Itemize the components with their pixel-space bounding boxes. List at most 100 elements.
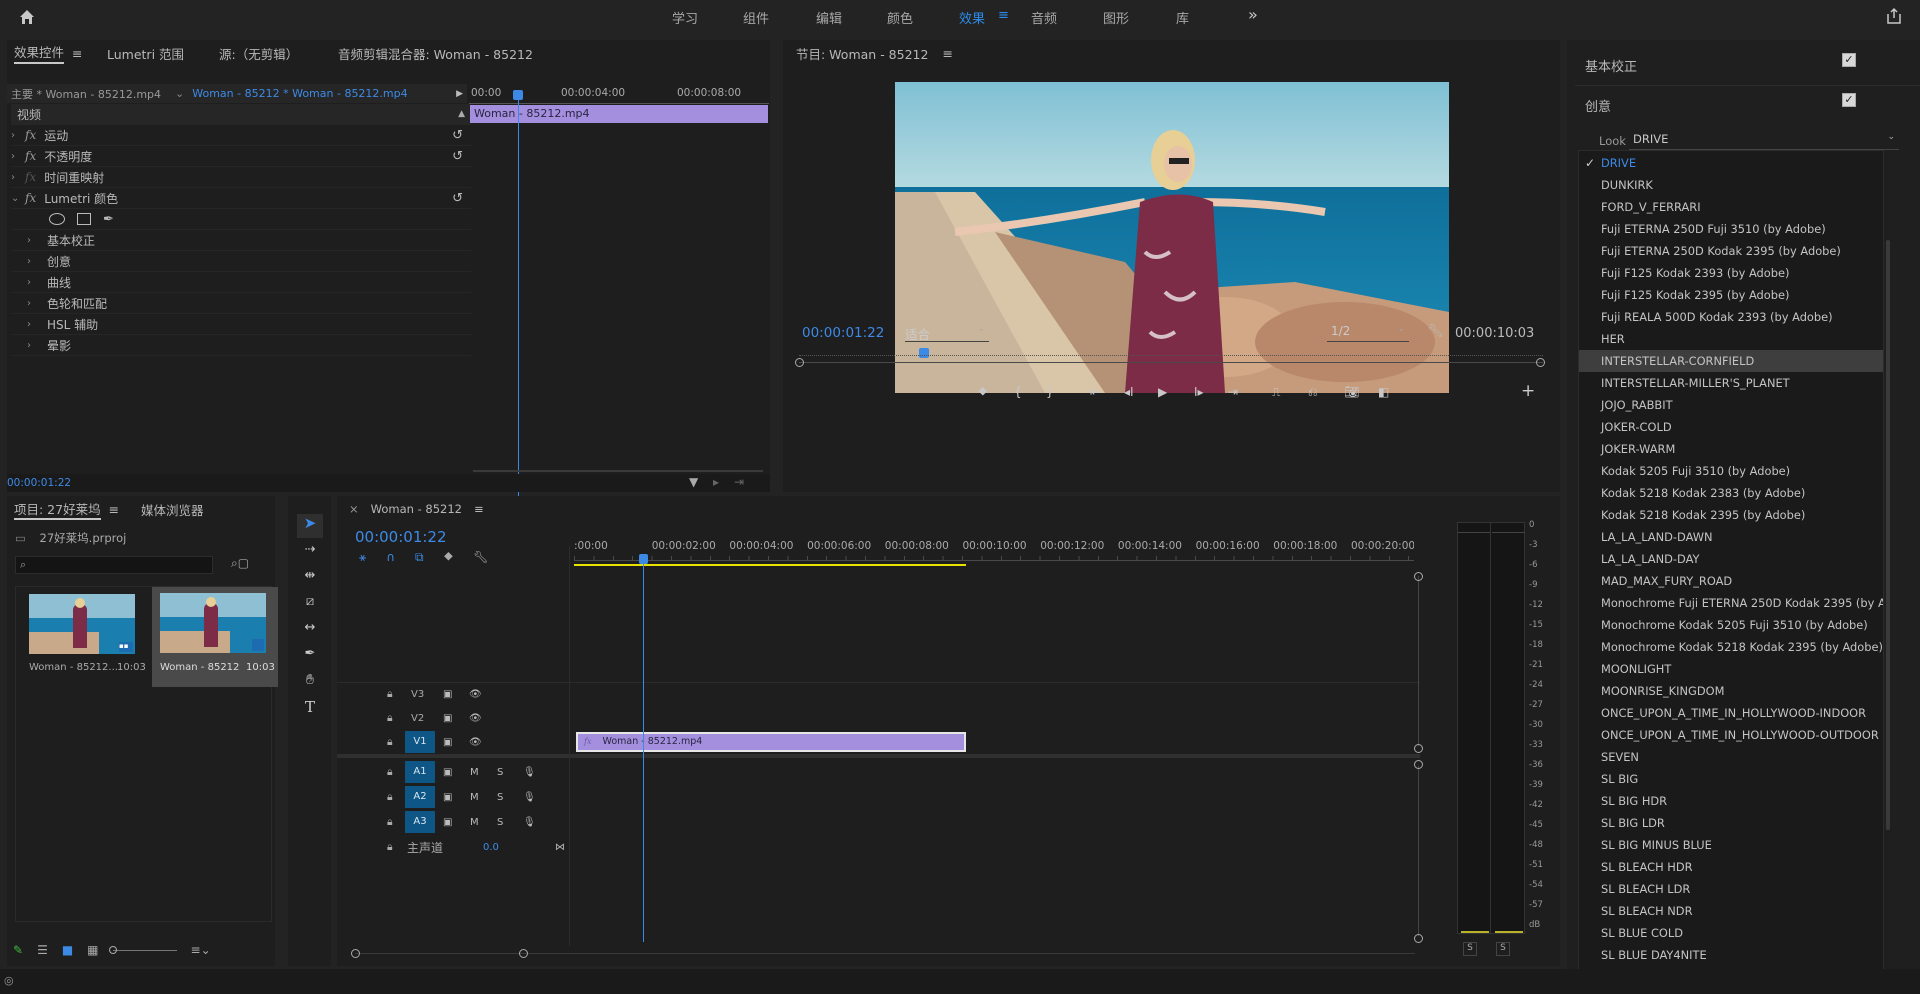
type-tool-icon[interactable]: T — [297, 698, 323, 720]
look-option[interactable]: DUNKIRK — [1579, 174, 1883, 196]
step-forward-icon[interactable]: I▸ — [1194, 385, 1228, 403]
track-header-v1[interactable]: 🔒︎ V1 ▣ 👁︎ — [337, 730, 574, 754]
panel-scrollbar[interactable] — [1886, 240, 1890, 830]
panel-menu-icon[interactable]: ≡ — [942, 46, 952, 61]
zoom-handle-left[interactable] — [351, 949, 360, 958]
go-to-end-icon[interactable]: ⋈ — [555, 842, 565, 853]
look-option[interactable]: MOONLIGHT — [1579, 658, 1883, 680]
solo-left-button[interactable]: S — [1463, 942, 1477, 956]
look-option[interactable]: Kodak 5205 Fuji 3510 (by Adobe) — [1579, 460, 1883, 482]
lock-icon[interactable]: 🔒︎ — [387, 791, 393, 804]
look-option[interactable]: Monochrome Kodak 5218 Kodak 2395 (by Ado… — [1579, 636, 1883, 658]
selection-tool-icon[interactable]: ➤ — [297, 514, 323, 538]
ec-playhead-handle[interactable] — [513, 90, 523, 100]
ec-clip-bar[interactable]: Woman - 85212.mp4 — [470, 105, 768, 123]
workspace-learn[interactable]: 学习 — [672, 8, 698, 27]
fx-icon[interactable]: fx — [25, 128, 36, 142]
solo-button[interactable]: S — [497, 817, 503, 828]
look-option[interactable]: Kodak 5218 Kodak 2383 (by Adobe) — [1579, 482, 1883, 504]
settings-wrench-icon[interactable]: 🔧︎ — [473, 550, 488, 565]
add-marker-icon[interactable]: ⯁ — [444, 550, 454, 565]
look-option[interactable]: INTERSTELLAR-MILLER'S_PLANET — [1579, 372, 1883, 394]
track-target-badge[interactable]: A3 — [405, 811, 435, 833]
lumetri-child-row[interactable]: › 基本校正 — [11, 230, 471, 251]
scroll-handle[interactable] — [1414, 744, 1423, 753]
slip-tool-icon[interactable]: ↔ — [297, 620, 323, 642]
tab-media-browser[interactable]: 媒体浏览器 — [141, 496, 204, 522]
work-area-bar[interactable] — [574, 564, 966, 566]
tab-sequence[interactable]: × Woman - 85212 ≡ — [349, 496, 484, 522]
fx-icon[interactable]: fx — [25, 191, 36, 205]
track-target-badge[interactable]: A2 — [405, 786, 435, 808]
zoom-handle-right[interactable] — [519, 949, 528, 958]
pen-tool-icon[interactable]: ✒ — [297, 646, 323, 668]
ec-zoom-scroll[interactable] — [473, 470, 763, 472]
effect-row-opacity[interactable]: › fx 不透明度 ↺ — [11, 146, 471, 167]
mark-out-icon[interactable]: } — [1046, 385, 1090, 403]
zoom-slider[interactable] — [108, 945, 177, 954]
chevron-down-icon[interactable]: ⌄ — [175, 87, 184, 100]
scrubber-end-handle[interactable] — [1536, 358, 1545, 367]
tab-effect-controls[interactable]: 效果控件 ≡ — [14, 40, 83, 66]
sync-lock-icon[interactable]: ▣ — [443, 737, 452, 748]
lift-icon[interactable]: ⎍ — [1272, 385, 1308, 403]
hand-tool-icon[interactable]: ✋︎ — [297, 672, 323, 694]
microphone-icon[interactable]: 🎙︎ — [523, 792, 536, 803]
solo-right-button[interactable]: S — [1496, 942, 1510, 956]
reset-icon[interactable]: ↺ — [452, 191, 463, 206]
play-only-audio-icon[interactable]: ▶ — [456, 89, 463, 99]
new-bin-icon[interactable]: ⌕▢ — [231, 556, 249, 571]
fit-dropdown[interactable]: 适合 ⌄ — [905, 324, 989, 342]
section-basic-correction[interactable]: 基本校正 ✓ — [1575, 53, 1920, 86]
sync-lock-icon[interactable]: ▣ — [443, 713, 452, 724]
look-option[interactable]: ONCE_UPON_A_TIME_IN_HOLLYWOOD-OUTDOOR — [1579, 724, 1883, 746]
play-audio-icon[interactable]: ▸ — [713, 475, 719, 489]
program-timecode[interactable]: 00:00:01:22 — [802, 325, 884, 341]
sync-lock-icon[interactable]: ▣ — [443, 817, 452, 828]
look-option[interactable]: SL BIG MINUS BLUE — [1579, 834, 1883, 856]
track-header-v2[interactable]: 🔒︎ V2 ▣ 👁︎ — [337, 706, 574, 730]
look-option[interactable]: SL BLEACH NDR — [1579, 900, 1883, 922]
expand-icon[interactable]: › — [11, 172, 25, 183]
filter-icon[interactable]: ▼ — [689, 475, 698, 489]
scroll-handle[interactable] — [1414, 934, 1423, 943]
look-option[interactable]: SL BIG LDR — [1579, 812, 1883, 834]
look-option[interactable]: LA_LA_LAND-DAWN — [1579, 526, 1883, 548]
program-scrubber[interactable] — [799, 362, 1543, 363]
master-volume[interactable]: 0.0 — [483, 842, 499, 853]
video-frame[interactable] — [895, 82, 1449, 393]
lumetri-child-row[interactable]: › 曲线 — [11, 272, 471, 293]
look-option[interactable]: Fuji F125 Kodak 2393 (by Adobe) — [1579, 262, 1883, 284]
sync-lock-icon[interactable]: ▣ — [443, 767, 452, 778]
sync-lock-icon[interactable]: ▣ — [443, 689, 452, 700]
export-frame-icon[interactable]: 📷︎ — [1344, 385, 1378, 403]
solo-button[interactable]: S — [497, 792, 503, 803]
ec-timecode[interactable]: 00:00:01:22 — [7, 477, 71, 489]
mark-in-icon[interactable]: { — [1014, 385, 1046, 403]
timeline-playhead[interactable] — [643, 560, 644, 942]
go-to-out-icon[interactable]: ⇥ — [1228, 385, 1272, 403]
look-option[interactable]: INTERSTELLAR-CORNFIELD — [1579, 350, 1883, 372]
lumetri-child-row[interactable]: › 创意 — [11, 251, 471, 272]
tab-project[interactable]: 项目: 27好莱坞 ≡ — [14, 496, 119, 522]
write-protect-icon[interactable]: ✎ — [13, 943, 23, 957]
v1-clip[interactable]: fx Woman - 85212.mp4 — [576, 732, 966, 752]
nest-icon[interactable]: ⚹ — [359, 550, 366, 565]
tab-source[interactable]: 源:（无剪辑） — [219, 40, 298, 66]
section-enable-checkbox[interactable]: ✓ — [1842, 53, 1856, 67]
look-option[interactable]: Monochrome Kodak 5205 Fuji 3510 (by Adob… — [1579, 614, 1883, 636]
look-option[interactable]: Fuji F125 Kodak 2395 (by Adobe) — [1579, 284, 1883, 306]
ellipse-mask-icon[interactable] — [49, 213, 65, 225]
playhead-handle[interactable] — [639, 554, 648, 564]
expand-icon[interactable]: › — [11, 130, 25, 141]
expand-icon[interactable]: › — [27, 340, 41, 351]
razor-tool-icon[interactable]: ⧄ — [297, 594, 323, 616]
expand-icon[interactable]: › — [11, 151, 25, 162]
look-option[interactable]: JOKER-COLD — [1579, 416, 1883, 438]
video-scrollbar[interactable] — [1418, 576, 1419, 746]
panel-menu-icon[interactable]: ≡ — [72, 46, 82, 61]
timeline-timecode[interactable]: 00:00:01:22 — [355, 528, 447, 546]
workspace-assembly[interactable]: 组件 — [743, 8, 769, 27]
effect-row-lumetri[interactable]: ⌄ fx Lumetri 颜色 ↺ — [11, 188, 471, 209]
reset-icon[interactable]: ↺ — [452, 149, 463, 164]
